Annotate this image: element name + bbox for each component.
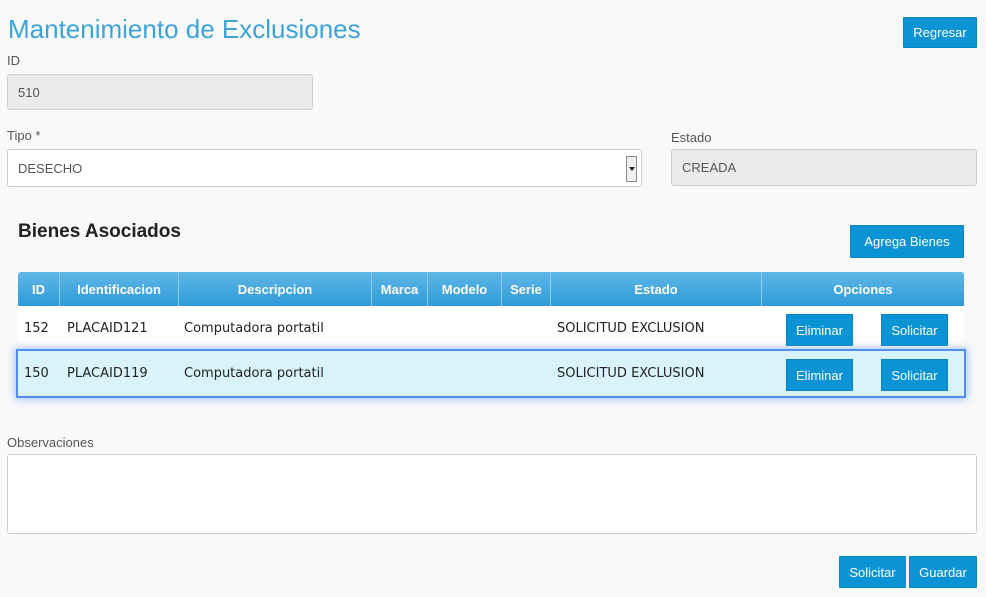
add-bienes-button[interactable]: Agrega Bienes [850,225,964,258]
tipo-label: Tipo * [7,128,41,143]
eliminar-button[interactable]: Eliminar [786,314,853,346]
table-row-selected[interactable]: 150 PLACAID119 Computadora portatil SOLI… [18,351,964,396]
column-header-opciones: Opciones [833,281,893,297]
table-row[interactable]: 152 PLACAID121 Computadora portatil SOLI… [18,306,964,351]
column-header-descripcion[interactable]: Descripcion [179,272,372,306]
id-field[interactable]: 510 [7,74,313,110]
cell-id: 150 [24,366,49,381]
tipo-select[interactable]: DESECHO [7,149,642,187]
cell-descripcion: Computadora portatil [184,366,324,381]
back-button[interactable]: Regresar [903,17,977,48]
column-header-id[interactable]: ID [18,272,60,306]
solicitar-button[interactable]: Solicitar [839,556,906,588]
solicitar-row-button[interactable]: Solicitar [881,359,948,391]
cell-id: 152 [24,321,49,336]
cell-descripcion: Computadora portatil [184,321,324,336]
estado-label: Estado [671,130,712,145]
eliminar-button[interactable]: Eliminar [786,359,853,391]
solicitar-row-button[interactable]: Solicitar [881,314,948,346]
id-label: ID [7,53,20,68]
cell-estado: SOLICITUD EXCLUSION [557,366,705,381]
column-header-identificacion[interactable]: Identificacion [60,272,179,306]
observaciones-textarea[interactable] [7,454,977,534]
observaciones-label: Observaciones [7,435,94,450]
estado-value: CREADA [682,160,737,175]
column-header-serie[interactable]: Serie [502,272,551,306]
guardar-button[interactable]: Guardar [909,556,977,588]
cell-estado: SOLICITUD EXCLUSION [557,321,705,336]
chevron-down-icon[interactable] [626,156,637,182]
column-header-modelo[interactable]: Modelo [428,272,502,306]
column-header-estado[interactable]: Estado [551,272,762,306]
table-header: ID Identificacion Descripcion Marca Mode… [18,272,964,306]
id-value: 510 [18,84,40,100]
tipo-value: DESECHO [18,160,83,176]
bienes-table: ID Identificacion Descripcion Marca Mode… [18,272,964,396]
cell-identificacion: PLACAID119 [67,366,148,381]
page-title: Mantenimiento de Exclusiones [8,14,361,44]
cell-identificacion: PLACAID121 [67,321,148,336]
column-header-marca[interactable]: Marca [372,272,428,306]
bienes-section-title: Bienes Asociados [18,221,181,242]
estado-field[interactable]: CREADA [671,149,977,186]
